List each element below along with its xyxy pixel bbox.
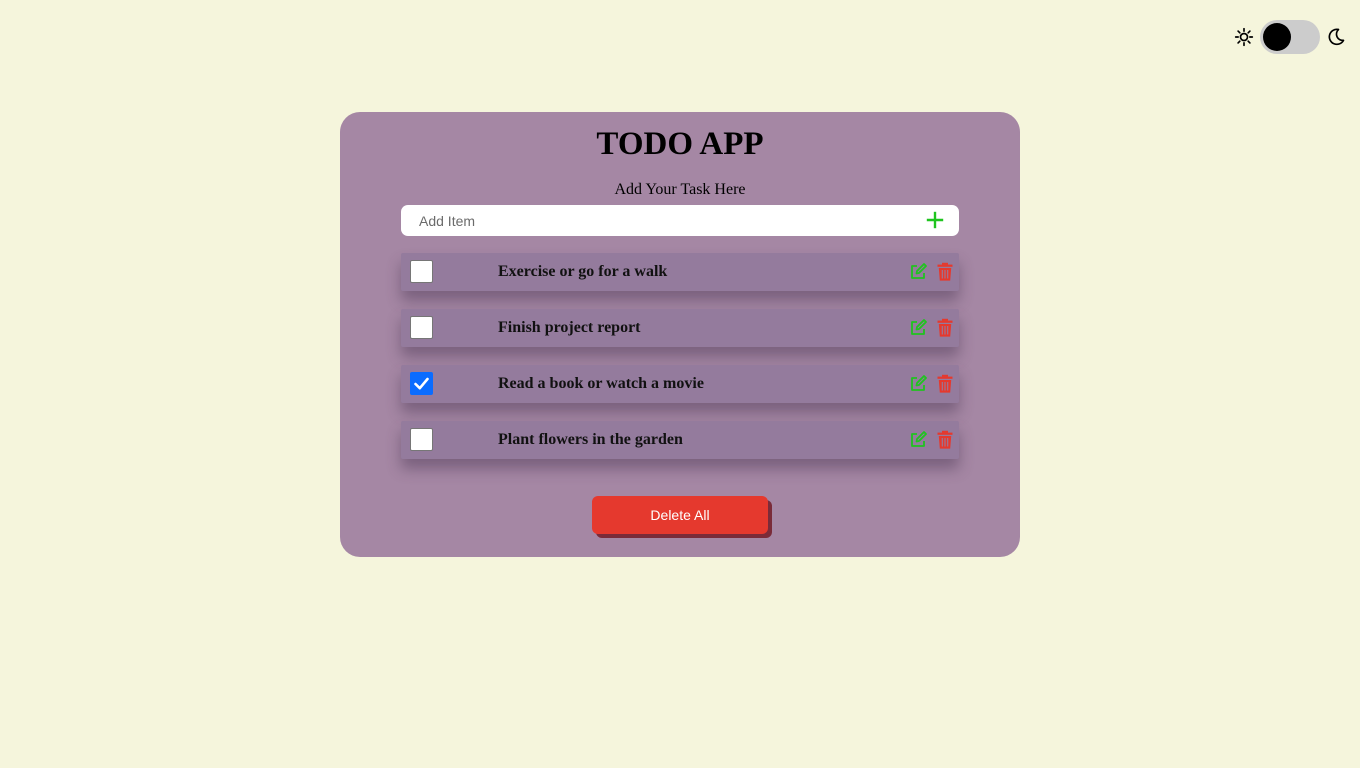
todo-card: Exercise or go for a walk Finish project …: [340, 112, 1020, 557]
edit-icon[interactable]: [909, 431, 927, 449]
plus-icon[interactable]: [925, 210, 945, 230]
task-item: Exercise or go for a walk: [401, 253, 959, 291]
trash-icon[interactable]: [937, 318, 953, 337]
task-item: Finish project report: [401, 309, 959, 347]
task-checkbox[interactable]: [410, 316, 433, 339]
moon-icon: [1328, 28, 1345, 46]
task-text: Finish project report: [498, 319, 641, 336]
theme-switch[interactable]: [1260, 20, 1320, 54]
add-task-label: Add Your Task Here: [614, 181, 746, 198]
theme-switch-knob: [1263, 23, 1291, 51]
edit-icon[interactable]: [909, 319, 927, 337]
task-checkbox[interactable]: [410, 372, 433, 395]
task-item: Read a book or watch a movie: [401, 365, 959, 403]
edit-icon[interactable]: [909, 375, 927, 393]
delete-all-button[interactable]: Delete All: [592, 496, 768, 534]
sun-icon: [1234, 27, 1254, 47]
edit-icon[interactable]: [909, 263, 927, 281]
task-text: Exercise or go for a walk: [498, 263, 668, 280]
task-item: Plant flowers in the garden: [401, 421, 959, 459]
trash-icon[interactable]: [937, 262, 953, 281]
add-item-input[interactable]: [401, 205, 901, 236]
trash-icon[interactable]: [937, 430, 953, 449]
task-list: Exercise or go for a walk Finish project …: [401, 253, 959, 477]
theme-toggle: [1234, 20, 1346, 54]
trash-icon[interactable]: [937, 374, 953, 393]
task-text: Read a book or watch a movie: [498, 375, 704, 392]
task-checkbox[interactable]: [410, 260, 433, 283]
app-title: TODO APP: [596, 126, 764, 162]
task-text: Plant flowers in the garden: [498, 431, 683, 448]
task-checkbox[interactable]: [410, 428, 433, 451]
add-item-field: [401, 205, 959, 236]
